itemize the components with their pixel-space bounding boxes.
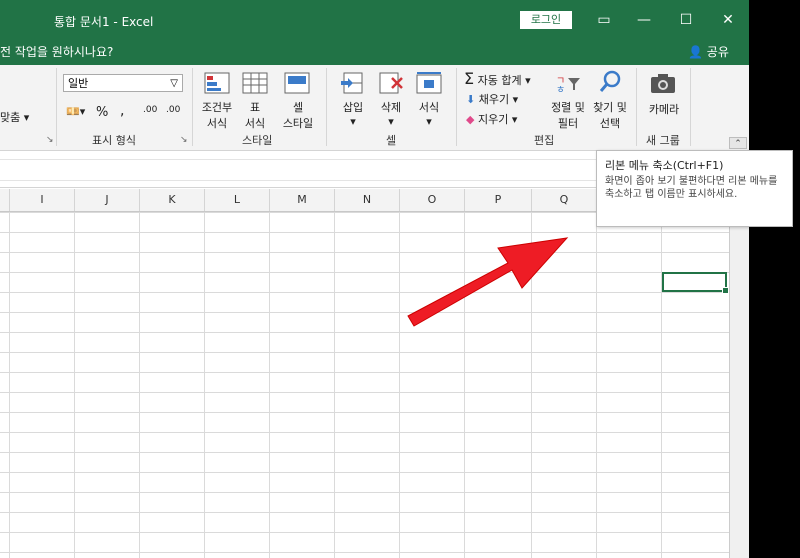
gridline xyxy=(661,212,662,558)
insert-cells-icon xyxy=(340,72,366,94)
percent-button[interactable]: % xyxy=(96,105,108,120)
gridline xyxy=(204,212,205,558)
user-icon: 👤 xyxy=(688,45,703,59)
sort-filter-icon: ㄱㅎ xyxy=(556,72,582,96)
ribbon: 맞춤 ▾ ↘ 일반 ▽ 💴▾ % , .00 .00 표시 형식 ↘ 조건부 서… xyxy=(0,65,749,151)
cell-styles-button[interactable]: 셀 스타일 xyxy=(276,99,320,131)
ribbon-display-options-icon[interactable]: ▭ xyxy=(590,8,618,32)
sigma-icon: Σ xyxy=(464,69,475,88)
vertical-scrollbar[interactable] xyxy=(729,212,749,558)
gridline xyxy=(139,212,140,558)
number-format-select[interactable]: 일반 ▽ xyxy=(63,74,183,92)
column-header[interactable]: O xyxy=(400,189,465,211)
cell-styles-icon xyxy=(284,72,310,94)
gridline xyxy=(9,212,10,558)
chevron-down-icon: ▽ xyxy=(170,78,178,89)
column-header-partial[interactable] xyxy=(0,189,10,211)
decrease-decimal-button[interactable]: .00 xyxy=(166,105,180,115)
tell-me-bar: 전 작업을 원하시나요? 👤 공유 xyxy=(0,40,749,65)
column-header[interactable]: Q xyxy=(532,189,597,211)
fill-button[interactable]: ⬇ 채우기 ▾ xyxy=(466,91,518,107)
camera-button[interactable]: 카메라 xyxy=(644,101,684,117)
insert-button[interactable]: 삽입 ▾ xyxy=(340,99,366,128)
fill-down-icon: ⬇ xyxy=(466,93,476,106)
group-label-number: 표시 형식 xyxy=(92,134,136,147)
alignment-dialog-launcher-icon[interactable]: ↘ xyxy=(46,135,54,145)
delete-label: 삭제 xyxy=(380,101,402,114)
gridline xyxy=(596,212,597,558)
column-header[interactable]: N xyxy=(335,189,400,211)
tell-me-input[interactable]: 전 작업을 원하시나요? xyxy=(0,43,113,60)
format-cells-icon xyxy=(416,72,442,94)
separator xyxy=(326,68,327,146)
gridline xyxy=(74,212,75,558)
column-header[interactable]: I xyxy=(10,189,75,211)
separator xyxy=(456,68,457,146)
collapse-ribbon-button[interactable]: ⌃ xyxy=(729,137,747,149)
group-label-editing: 편집 xyxy=(534,134,555,147)
column-header[interactable]: P xyxy=(465,189,532,211)
gridline xyxy=(334,212,335,558)
number-dialog-launcher-icon[interactable]: ↘ xyxy=(180,135,188,145)
wrap-merge-button[interactable]: 맞춤 ▾ xyxy=(0,109,29,125)
red-arrow-annotation xyxy=(407,237,569,327)
close-icon[interactable]: ✕ xyxy=(714,8,742,32)
conditional-format-button[interactable]: 조건부 서식 xyxy=(198,99,236,131)
number-format-value: 일반 xyxy=(68,77,89,90)
delete-cells-icon xyxy=(378,72,404,94)
share-button[interactable]: 👤 공유 xyxy=(688,43,729,60)
format-label: 서식 xyxy=(418,101,440,114)
column-header[interactable]: K xyxy=(140,189,205,211)
format-as-table-icon xyxy=(242,72,268,94)
delete-button[interactable]: 삭제 ▾ xyxy=(378,99,404,128)
merge-label: 맞춤 xyxy=(0,111,21,124)
group-label-cells: 셀 xyxy=(386,134,397,147)
column-header[interactable]: M xyxy=(270,189,335,211)
camera-icon xyxy=(650,72,676,94)
format-as-table-button[interactable]: 표 서식 xyxy=(238,99,272,131)
maximize-icon[interactable]: ☐ xyxy=(672,8,700,32)
increase-decimal-button[interactable]: .00 xyxy=(143,105,157,115)
search-icon xyxy=(598,70,624,92)
active-cell[interactable] xyxy=(662,272,729,294)
chevron-up-icon: ⌃ xyxy=(734,139,742,149)
conditional-format-icon xyxy=(204,72,230,94)
excel-window: 통합 문서1 - Excel 로그인 ▭ — ☐ ✕ 전 작업을 원하시나요? … xyxy=(0,0,749,558)
find-select-button[interactable]: 찾기 및 선택 xyxy=(590,99,630,131)
share-label: 공유 xyxy=(706,45,729,59)
format-button[interactable]: 서식 ▾ xyxy=(416,99,442,128)
accounting-format-button[interactable]: 💴▾ xyxy=(66,105,85,118)
svg-text:ㅎ: ㅎ xyxy=(556,85,565,94)
clear-button[interactable]: ◆ 지우기 ▾ xyxy=(466,111,517,127)
comma-button[interactable]: , xyxy=(120,103,124,119)
window-title: 통합 문서1 - Excel xyxy=(54,15,154,29)
column-header[interactable]: J xyxy=(75,189,140,211)
group-label-new-group: 새 그룹 xyxy=(646,134,680,147)
tooltip-title: 리본 메뉴 축소(Ctrl+F1) xyxy=(605,159,724,172)
login-button[interactable]: 로그인 xyxy=(520,11,572,29)
clear-label: 지우기 xyxy=(477,113,509,126)
gridline xyxy=(269,212,270,558)
sort-filter-button[interactable]: 정렬 및 필터 xyxy=(548,99,588,131)
eraser-icon: ◆ xyxy=(466,113,475,126)
title-bar: 통합 문서1 - Excel 로그인 ▭ — ☐ ✕ xyxy=(0,0,749,40)
tooltip-body: 화면이 좁아 보기 불편하다면 리본 메뉴를 축소하고 탭 이름만 표시하세요. xyxy=(605,176,778,200)
collapse-ribbon-tooltip: 리본 메뉴 축소(Ctrl+F1) 화면이 좁아 보기 불편하다면 리본 메뉴를… xyxy=(596,150,793,227)
group-label-style: 스타일 xyxy=(242,134,273,147)
insert-label: 삽입 xyxy=(342,101,364,114)
column-header[interactable]: L xyxy=(205,189,270,211)
separator xyxy=(636,68,637,146)
fill-label: 채우기 xyxy=(478,93,510,106)
separator xyxy=(56,68,57,146)
worksheet-grid[interactable] xyxy=(0,212,729,558)
separator xyxy=(690,68,691,146)
minimize-icon[interactable]: — xyxy=(630,8,658,32)
autosum-button[interactable]: Σ 자동 합계 ▾ xyxy=(464,69,531,88)
autosum-label: 자동 합계 xyxy=(477,74,522,87)
separator xyxy=(192,68,193,146)
